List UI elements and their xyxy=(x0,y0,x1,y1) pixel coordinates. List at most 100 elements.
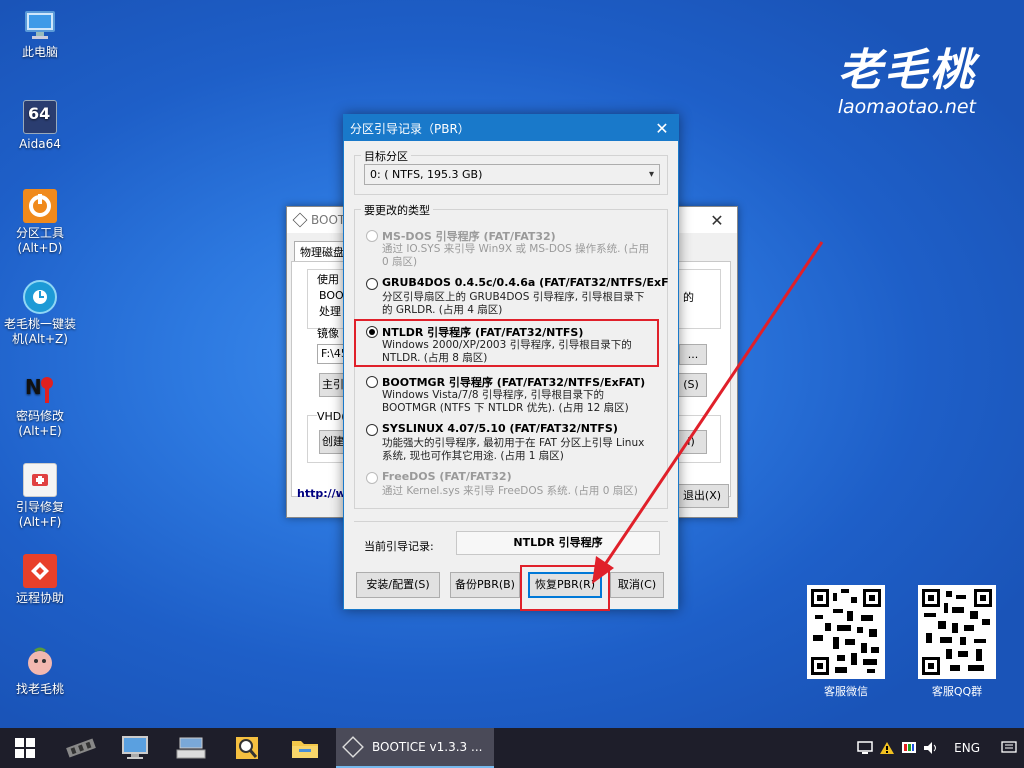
pbr-type-label: 要更改的类型 xyxy=(361,202,433,218)
brand-logo: 老毛桃 laomaotao.net xyxy=(837,45,976,119)
brand-logo-text: 老毛桃 xyxy=(837,45,976,96)
option-title: MS-DOS 引导程序 (FAT/FAT32) xyxy=(382,230,556,243)
radio-button[interactable] xyxy=(366,230,378,242)
desktop-icon-remote-assist[interactable]: 远程协助 xyxy=(4,554,76,606)
bootice-right-text: 的 xyxy=(683,291,694,304)
target-partition-select[interactable]: 0: ( NTFS, 195.3 GB) ▾ xyxy=(364,164,660,185)
desktop-icon-label: 分区工具 (Alt+D) xyxy=(15,226,64,255)
start-button[interactable] xyxy=(0,728,50,768)
current-boot-record-label: 当前引导记录: xyxy=(364,540,434,553)
desktop: 此电脑 64 Aida64 分区工具 (Alt+D) 老毛桃一键装 机(Alt+… xyxy=(0,0,1024,728)
radio-button[interactable] xyxy=(366,278,378,290)
pbr-dialog: 分区引导记录（PBR） ✕ 目标分区 0: ( NTFS, 195.3 GB) … xyxy=(343,114,679,611)
option-title: GRUB4DOS 0.4.5c/0.4.6a (FAT/FAT32/NTFS/E… xyxy=(382,276,669,289)
desktop-icon-label: 找老毛桃 xyxy=(15,682,64,696)
bootice-process-text: 处理 xyxy=(319,305,341,318)
password-change-icon: N xyxy=(23,372,57,406)
taskbar-bootice-app[interactable]: BOOTICE v1.3.3 ... xyxy=(336,728,494,768)
radio-button[interactable] xyxy=(366,424,378,436)
keyboard-icon xyxy=(176,737,206,759)
desktop-icon-boot-repair[interactable]: 引导修复 (Alt+F) xyxy=(4,463,76,530)
desktop-icon-this-pc[interactable]: 此电脑 xyxy=(4,8,76,60)
option-title: FreeDOS (FAT/FAT32) xyxy=(382,470,512,483)
one-click-install-icon xyxy=(23,280,57,314)
folder-icon xyxy=(292,741,318,758)
qr-code-label: 客服微信 xyxy=(824,685,868,698)
option-description: 分区引导扇区上的 GRUB4DOS 引导程序, 引导根目录下的 GRLDR. (… xyxy=(382,291,645,316)
bootice-taskbar-icon xyxy=(342,736,364,758)
desktop-icon-label: 此电脑 xyxy=(21,45,58,59)
svg-text:N: N xyxy=(25,375,42,399)
bootice-browse-button[interactable]: ... xyxy=(679,344,707,365)
taskbar-keyboard-tool[interactable] xyxy=(166,728,216,768)
current-boot-record-value: NTLDR 引导程序 xyxy=(456,531,660,555)
desktop-icon-password-change[interactable]: N 密码修改 (Alt+E) xyxy=(4,372,76,439)
cancel-button[interactable]: 取消(C) xyxy=(610,572,664,598)
system-tray: ENG xyxy=(854,728,1024,768)
bootice-exit-button[interactable]: 退出(X) xyxy=(675,484,729,508)
display-color-icon[interactable] xyxy=(898,728,920,768)
pbr-dialog-title: 分区引导记录（PBR） xyxy=(350,121,470,136)
computer-icon xyxy=(23,8,57,42)
pbr-dialog-close-icon[interactable]: ✕ xyxy=(646,119,678,138)
volume-icon[interactable] xyxy=(920,728,942,768)
desktop-icon-label: 密码修改 (Alt+E) xyxy=(15,409,64,438)
memory-chip-icon xyxy=(66,738,96,758)
option-title: BOOTMGR 引导程序 (FAT/FAT32/NTFS/ExFAT) xyxy=(382,376,646,389)
taskbar-search-tool[interactable] xyxy=(222,728,272,768)
bootice-image-label: 镜像 xyxy=(317,327,339,340)
desktop-icon-label: 引导修复 (Alt+F) xyxy=(15,500,64,529)
divider xyxy=(354,521,668,522)
desktop-icon-find-laomaotao[interactable]: 找老毛桃 xyxy=(4,645,76,697)
find-laomaotao-icon xyxy=(23,645,57,679)
radio-button[interactable] xyxy=(366,376,378,388)
windows-logo-icon xyxy=(15,738,35,758)
option-description: 通过 Kernel.sys 来引导 FreeDOS 系统. (占用 0 扇区) xyxy=(382,485,638,497)
option-description: 功能强大的引导程序, 最初用于在 FAT 分区上引导 Linux 系统, 现也可… xyxy=(382,437,645,462)
desktop-icon-partition-tool[interactable]: 分区工具 (Alt+D) xyxy=(4,189,76,256)
desktop-icon-one-click-install[interactable]: 老毛桃一键装 机(Alt+Z) xyxy=(4,280,76,347)
remote-assist-icon xyxy=(23,554,57,588)
restore-highlight-box xyxy=(520,565,610,611)
taskbar-system-tool[interactable] xyxy=(110,728,160,768)
desktop-icon-label: 远程协助 xyxy=(15,591,64,605)
install-config-button[interactable]: 安装/配置(S) xyxy=(356,572,440,598)
qr-code-label: 客服QQ群 xyxy=(931,685,983,698)
qr-code-image xyxy=(918,585,996,679)
language-indicator[interactable]: ENG xyxy=(942,741,994,755)
qr-code-qq-group: 客服QQ群 xyxy=(918,585,996,699)
aida64-icon: 64 xyxy=(23,100,57,134)
boot-repair-icon xyxy=(23,463,57,497)
bootice-vhd-label: VHD( xyxy=(317,410,346,423)
magnifier-icon xyxy=(236,737,258,759)
radio-button[interactable] xyxy=(366,472,378,484)
target-partition-value: 0: ( NTFS, 195.3 GB) xyxy=(370,168,483,181)
qr-code-image xyxy=(807,585,885,679)
bootice-website-link[interactable]: http://w xyxy=(297,487,346,500)
notification-icon[interactable] xyxy=(994,728,1024,768)
network-icon[interactable] xyxy=(854,728,876,768)
warning-icon[interactable] xyxy=(876,728,898,768)
pbr-dialog-titlebar[interactable]: 分区引导记录（PBR） ✕ xyxy=(344,115,678,141)
monitor-icon xyxy=(122,736,148,759)
bootice-app-icon xyxy=(292,212,308,228)
chevron-down-icon: ▾ xyxy=(648,169,654,180)
qr-code-wechat: 客服微信 xyxy=(807,585,885,699)
partition-tool-icon xyxy=(23,189,57,223)
target-partition-label: 目标分区 xyxy=(361,148,411,164)
ntldr-highlight-box xyxy=(354,319,659,367)
bootice-use-label: 使用 xyxy=(317,273,339,286)
taskbar-hardware-tool[interactable] xyxy=(56,728,106,768)
backup-pbr-button[interactable]: 备份PBR(B) xyxy=(450,572,520,598)
option-description: 通过 IO.SYS 来引导 Win9X 或 MS-DOS 操作系统. (占用 0… xyxy=(382,243,649,268)
tab-physical-disk[interactable]: 物理磁盘 xyxy=(294,241,350,262)
bootice-i-button[interactable]: I) xyxy=(675,430,707,454)
bootice-s-button[interactable]: (S) xyxy=(675,373,707,397)
bootice-close-icon[interactable]: ✕ xyxy=(697,211,737,230)
taskbar: BOOTICE v1.3.3 ... ENG xyxy=(0,728,1024,768)
desktop-icon-label: Aida64 xyxy=(19,137,61,151)
desktop-icon-aida64[interactable]: 64 Aida64 xyxy=(4,100,76,152)
option-description: Windows Vista/7/8 引导程序, 引导根目录下的 BOOTMGR … xyxy=(382,389,629,414)
taskbar-file-explorer[interactable] xyxy=(280,728,330,768)
option-title: SYSLINUX 4.07/5.10 (FAT/FAT32/NTFS) xyxy=(382,422,618,435)
